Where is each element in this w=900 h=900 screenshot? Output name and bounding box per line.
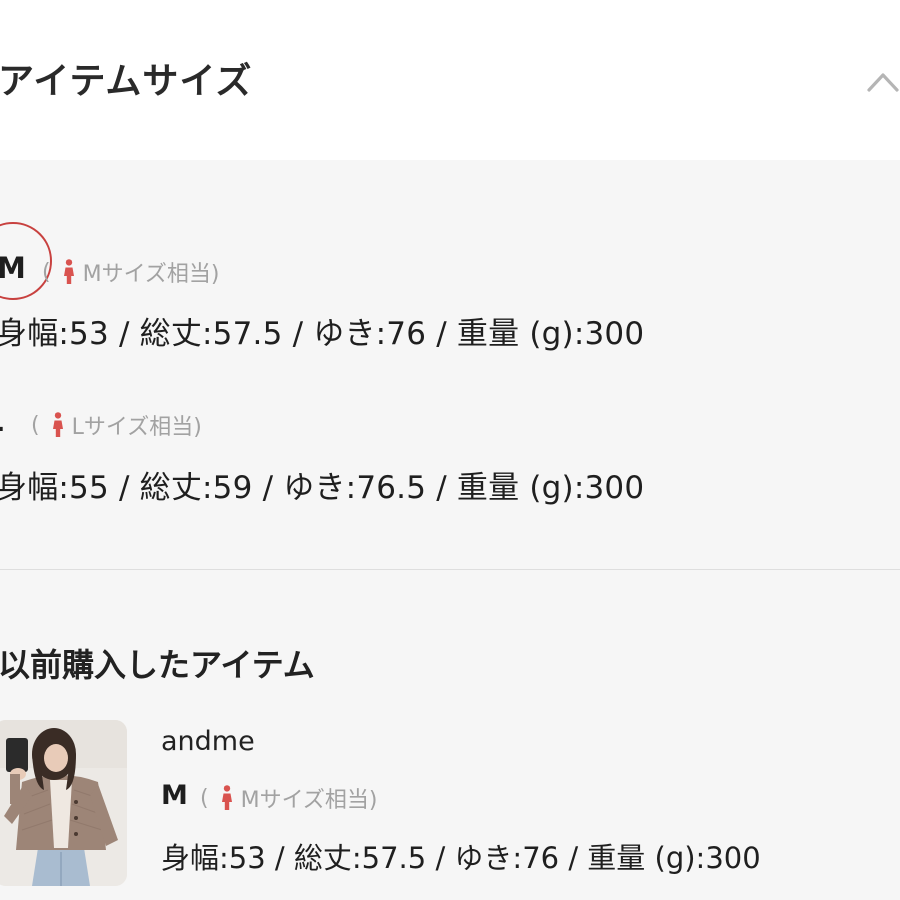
item-size-label: M — [161, 780, 188, 811]
woman-figure-icon — [52, 412, 63, 437]
woman-figure-icon — [221, 785, 232, 810]
size-label-l: L — [0, 404, 3, 438]
equiv-open-paren: ( — [31, 412, 40, 438]
item-size-header[interactable]: アイテムサイズ — [0, 0, 900, 160]
size-equiv-m: ( Mサイズ相当) — [42, 256, 220, 288]
equiv-text: Mサイズ相当) — [82, 262, 220, 287]
item-size-equiv: ( Mサイズ相当) — [200, 782, 378, 814]
item-brand: andme — [161, 726, 255, 757]
woman-figure-icon — [63, 259, 74, 284]
item-thumbnail[interactable] — [0, 720, 127, 886]
equiv-open-paren: ( — [42, 259, 51, 285]
measurements-l: 身幅:55 / 総丈:59 / ゆき:76.5 / 重量 (g):300 — [0, 470, 645, 506]
item-measurements: 身幅:53 / 総丈:57.5 / ゆき:76 / 重量 (g):300 — [161, 841, 761, 875]
equiv-open-paren: ( — [200, 785, 209, 811]
section-title-item-size: アイテムサイズ — [0, 61, 253, 102]
jacket-photo-image — [0, 720, 127, 886]
section-title-previous-items: 以前購入したアイテム — [0, 646, 315, 684]
equiv-text: Mサイズ相当) — [240, 788, 378, 813]
size-equiv-l: ( Lサイズ相当) — [31, 409, 202, 441]
chevron-up-icon[interactable] — [866, 66, 900, 96]
divider — [0, 569, 900, 570]
measurements-m: 身幅:53 / 総丈:57.5 / ゆき:76 / 重量 (g):300 — [0, 316, 645, 352]
size-label-m: M — [0, 251, 26, 285]
equiv-text: Lサイズ相当) — [71, 415, 202, 440]
